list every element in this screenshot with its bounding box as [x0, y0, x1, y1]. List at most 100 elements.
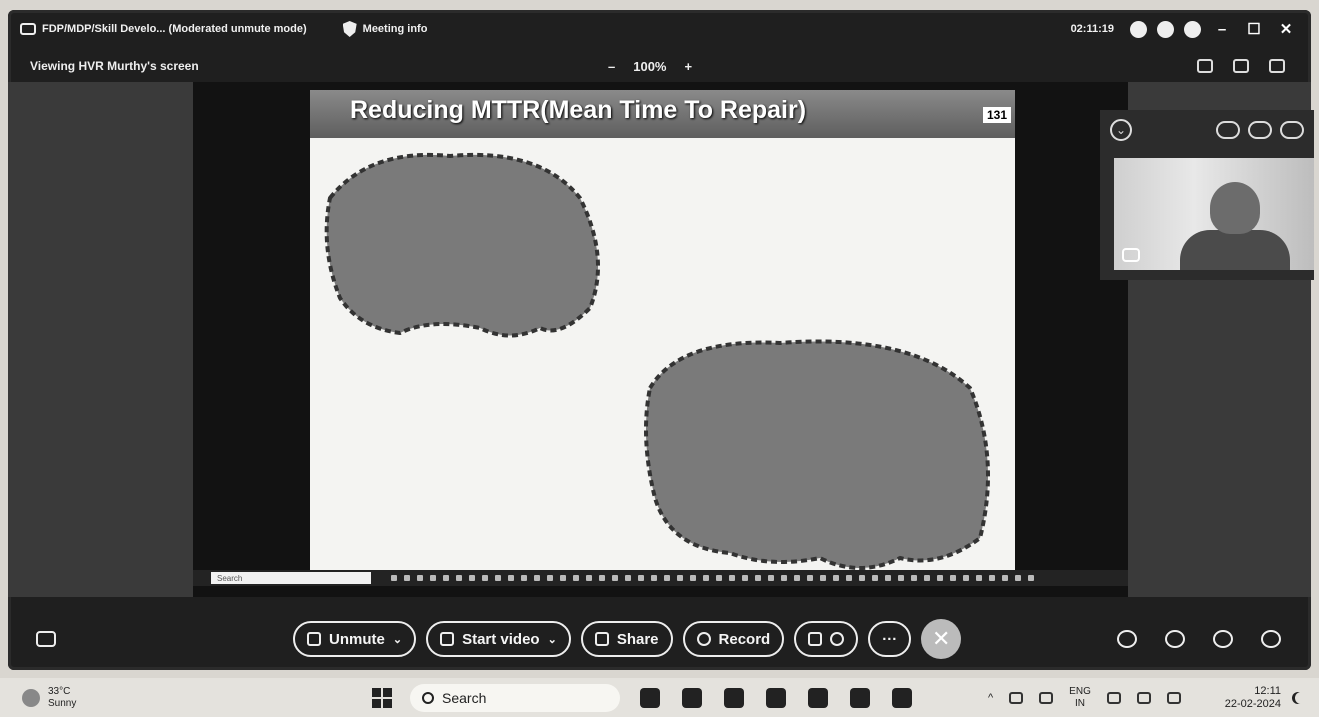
shared-screen: Reducing MTTR(Mean Time To Repair) 131 S… [193, 82, 1128, 597]
mute-icon[interactable] [1039, 691, 1054, 704]
meeting-info-button[interactable]: Meeting info [342, 21, 428, 37]
collapse-icon[interactable] [1269, 59, 1285, 73]
windows-start-icon[interactable] [372, 687, 392, 708]
end-meeting-button[interactable]: ✕ [921, 619, 962, 659]
layout-single-icon[interactable] [1216, 121, 1240, 139]
temperature: 33°C [48, 685, 71, 697]
unmute-button[interactable]: Unmute ⌄ [293, 621, 417, 657]
meeting-info-label: Meeting info [362, 23, 428, 35]
viewing-label: Viewing HVR Murthy's screen [30, 59, 199, 73]
network-icon[interactable] [1009, 691, 1024, 704]
weather-widget[interactable]: 33°C Sunny [22, 686, 76, 710]
chain-pile-bottom [644, 339, 990, 570]
shield-icon [342, 21, 357, 37]
webex-app-icon[interactable] [850, 687, 870, 708]
more-icon[interactable] [1261, 630, 1281, 648]
participant-body [1180, 230, 1290, 270]
taskbar-apps [640, 687, 912, 708]
chevron-down-icon[interactable]: ⌄ [393, 633, 402, 646]
chevron-down-icon[interactable]: ⌄ [1110, 119, 1132, 141]
lang-top: ENG [1069, 685, 1091, 697]
annotate-icon[interactable] [1233, 59, 1249, 73]
moon-icon[interactable] [1295, 692, 1307, 704]
clock-date: 22-02-2024 [1224, 697, 1281, 710]
lang-bottom: IN [1075, 697, 1085, 709]
view-bar: Viewing HVR Murthy's screen – 100% + [8, 54, 1311, 78]
share-button[interactable]: Share [580, 621, 673, 657]
close-button[interactable]: ✕ [1275, 20, 1297, 38]
layout-icon[interactable] [1197, 59, 1213, 73]
expand-icon[interactable] [1280, 121, 1304, 139]
store-icon[interactable] [808, 687, 828, 708]
weather-condition: Sunny [48, 697, 77, 709]
apps-icon[interactable] [1117, 630, 1137, 648]
window-title: FDP/MDP/Skill Develo... (Moderated unmut… [42, 23, 307, 35]
share-icon [594, 632, 609, 646]
taskbar-search-label: Search [442, 689, 487, 706]
start-video-label: Start video [462, 630, 540, 648]
clock-time: 12:11 [1254, 684, 1281, 697]
chat-app-icon[interactable] [682, 687, 702, 708]
presenter-search: Search [211, 572, 371, 584]
chat-icon[interactable] [1213, 630, 1233, 648]
wifi-icon[interactable] [1106, 691, 1121, 704]
sun-icon [22, 688, 40, 707]
chevron-up-icon[interactable]: ^ [988, 692, 993, 704]
battery-icon[interactable] [1166, 691, 1181, 704]
layout-grid-icon[interactable] [1248, 121, 1272, 139]
zoom-controls: – 100% + [608, 59, 692, 74]
unmute-label: Unmute [329, 630, 385, 648]
meeting-controls: Unmute ⌄ Start video ⌄ Share Record ··· [8, 608, 1311, 670]
start-video-button[interactable]: Start video ⌄ [426, 621, 571, 657]
slide-page-number: 131 [982, 107, 1011, 123]
system-tray: ^ ENG IN [988, 686, 1181, 710]
record-icon [696, 632, 711, 646]
shared-screen-area: Reducing MTTR(Mean Time To Repair) 131 S… [8, 82, 1314, 597]
participant-video-panel: ⌄ [1100, 110, 1314, 280]
participant-face [1210, 182, 1260, 234]
maximize-button[interactable]: ☐ [1243, 20, 1265, 38]
chain-pile-top [324, 152, 600, 338]
participant-video [1114, 158, 1314, 270]
file-explorer-icon[interactable] [640, 687, 660, 708]
zoom-out-button[interactable]: – [608, 59, 615, 74]
hand-icon [808, 632, 823, 646]
search-icon [422, 691, 434, 704]
edge-browser-icon[interactable] [766, 687, 786, 708]
caption-icon[interactable] [36, 631, 56, 647]
title-bar: FDP/MDP/Skill Develo... (Moderated unmut… [8, 10, 1311, 48]
taskbar-clock[interactable]: 12:11 22-02-2024 [1225, 685, 1281, 711]
roller-chain-image [324, 152, 990, 570]
slide-title: Reducing MTTR(Mean Time To Repair) [350, 96, 807, 124]
volume-icon[interactable] [1136, 691, 1151, 704]
meeting-timer: 02:11:19 [1070, 23, 1114, 35]
windows-taskbar: 33°C Sunny Search ^ ENG IN 12:11 22-02-2… [0, 678, 1319, 717]
webex-logo-icon [20, 23, 36, 35]
emoji-icon [830, 632, 845, 646]
chrome-icon[interactable] [892, 687, 912, 708]
slide-header: Reducing MTTR(Mean Time To Repair) 131 [310, 90, 1015, 138]
participants-icon[interactable] [1165, 630, 1185, 648]
presenter-taskbar-icons [391, 575, 1034, 581]
app-icon[interactable] [1157, 20, 1174, 38]
microphone-icon [307, 632, 321, 646]
share-label: Share [616, 630, 659, 648]
minimize-button[interactable]: – [1211, 21, 1233, 38]
record-button[interactable]: Record [682, 621, 785, 657]
meeting-window: FDP/MDP/Skill Develo... (Moderated unmut… [8, 10, 1314, 670]
video-tile-icon[interactable] [1122, 248, 1140, 262]
reactions-button[interactable] [794, 621, 859, 657]
chevron-down-icon[interactable]: ⌄ [548, 633, 557, 646]
more-options-button[interactable]: ··· [868, 621, 912, 657]
presenter-taskbar: Search [193, 570, 1128, 586]
settings-icon[interactable] [1184, 20, 1201, 38]
record-label: Record [718, 630, 771, 648]
language-indicator[interactable]: ENG IN [1069, 686, 1091, 710]
taskbar-search[interactable]: Search [410, 683, 620, 712]
video-camera-icon [440, 632, 455, 646]
zoom-in-button[interactable]: + [684, 59, 692, 74]
folder-icon[interactable] [724, 687, 744, 708]
presentation-slide: Reducing MTTR(Mean Time To Repair) 131 [310, 90, 1015, 580]
status-icon[interactable] [1130, 20, 1147, 38]
zoom-level: 100% [633, 58, 667, 74]
